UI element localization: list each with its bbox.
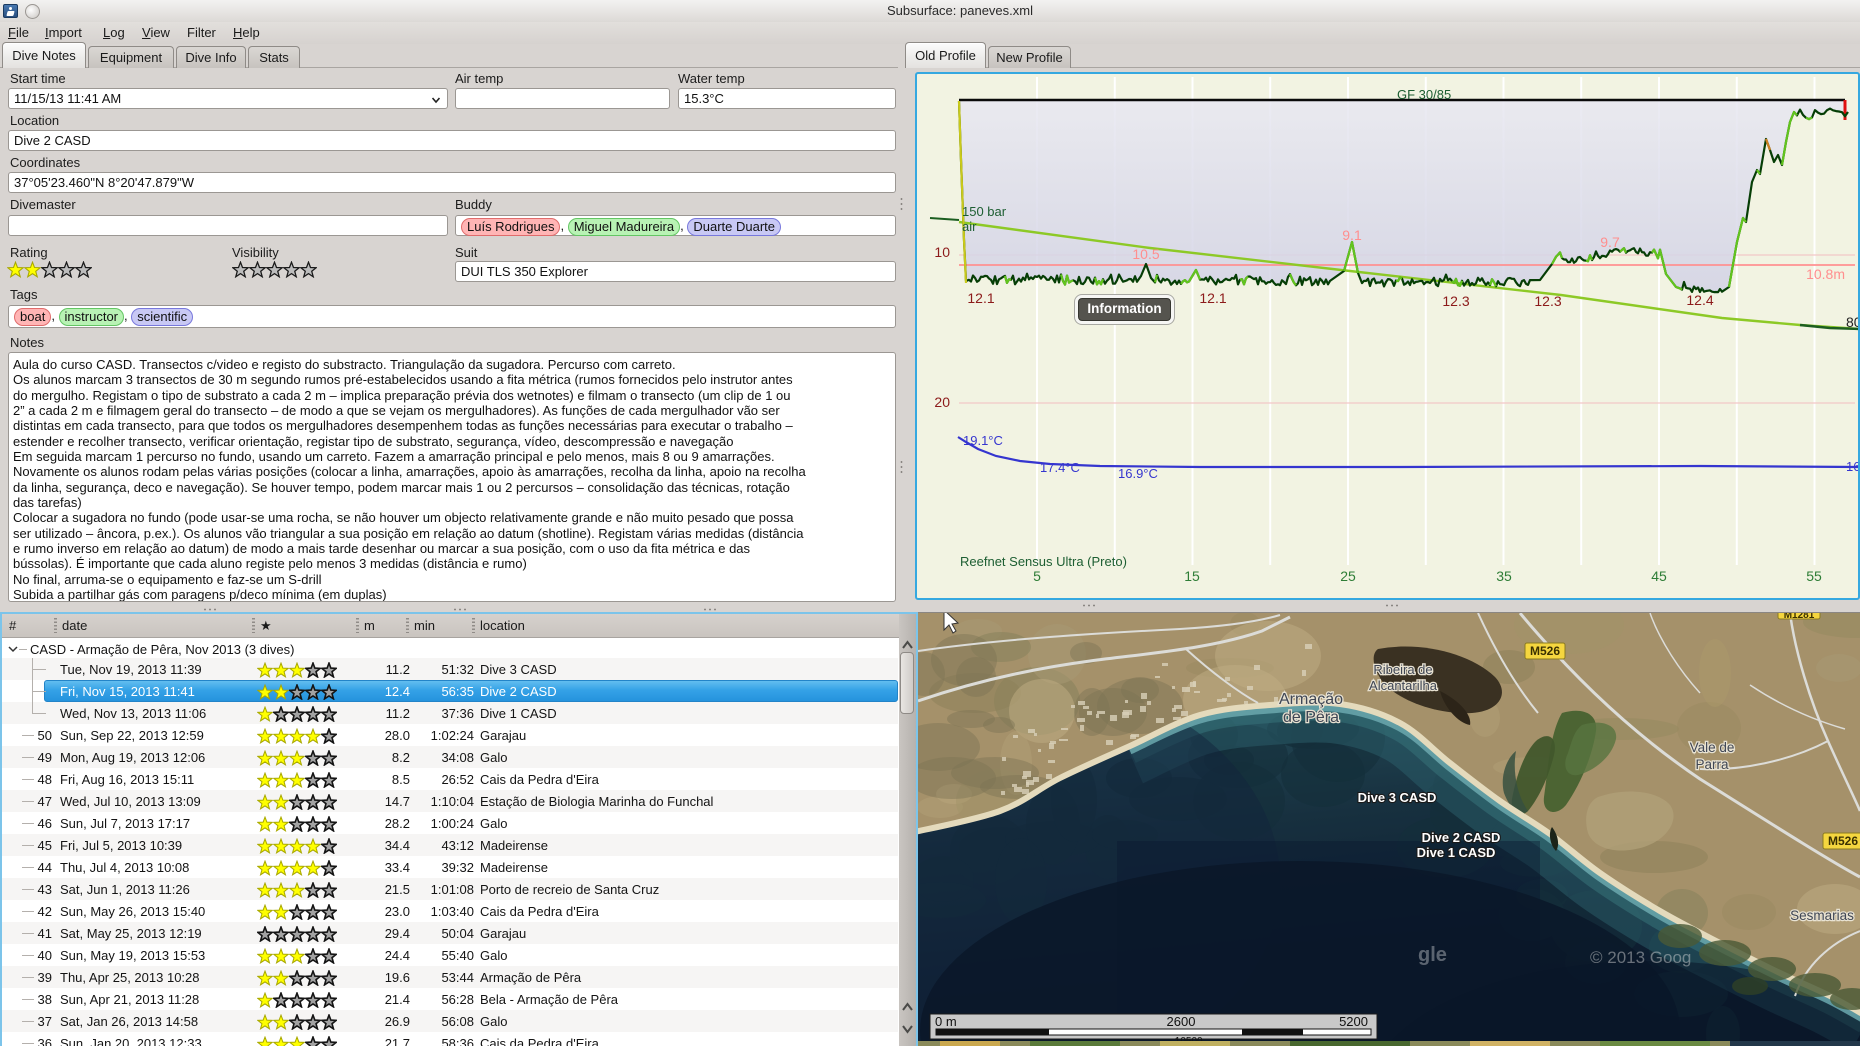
svg-text:20: 20 (934, 394, 950, 410)
svg-text:10.8m: 10.8m (1806, 266, 1845, 282)
svg-text:12.3: 12.3 (1442, 293, 1469, 309)
svg-text:2600: 2600 (1167, 1014, 1196, 1029)
svg-text:25: 25 (1340, 568, 1356, 584)
svg-text:10.5: 10.5 (1132, 246, 1159, 262)
svg-text:12.4: 12.4 (1686, 292, 1713, 308)
svg-text:19.1°C: 19.1°C (963, 433, 1003, 448)
svg-text:M526: M526 (1530, 644, 1560, 658)
svg-text:gle: gle (1418, 944, 1447, 966)
svg-text:16.9°C: 16.9°C (1118, 466, 1158, 481)
svg-text:5200: 5200 (1339, 1014, 1368, 1029)
svg-text:Reefnet Sensus Ultra (Preto): Reefnet Sensus Ultra (Preto) (960, 554, 1127, 569)
svg-text:16: 16 (1846, 459, 1860, 474)
svg-text:air: air (962, 219, 977, 234)
svg-text:35: 35 (1496, 568, 1512, 584)
svg-text:© 2013 Goog: © 2013 Goog (1590, 948, 1691, 967)
svg-text:80: 80 (1846, 314, 1860, 330)
svg-text:10: 10 (934, 244, 950, 260)
svg-text:0 m: 0 m (935, 1014, 957, 1029)
svg-text:12.3: 12.3 (1534, 293, 1561, 309)
svg-text:Dive 2 CASD: Dive 2 CASD (1422, 830, 1501, 845)
svg-text:45: 45 (1651, 568, 1667, 584)
svg-text:9.7: 9.7 (1600, 234, 1620, 250)
svg-text:5: 5 (1033, 568, 1041, 584)
svg-text:M526: M526 (1828, 834, 1858, 848)
svg-text:Ribeira de: Ribeira de (1373, 662, 1432, 677)
svg-text:de Pêra: de Pêra (1283, 709, 1339, 726)
svg-text:55: 55 (1806, 568, 1822, 584)
svg-text:Dive 1 CASD: Dive 1 CASD (1417, 845, 1496, 860)
svg-text:15: 15 (1184, 568, 1200, 584)
svg-text:12.1: 12.1 (1199, 290, 1226, 306)
svg-text:17.4°C: 17.4°C (1040, 460, 1080, 475)
svg-text:Vale de: Vale de (1690, 740, 1735, 755)
svg-text:Alcantarilha: Alcantarilha (1369, 678, 1438, 693)
svg-text:M1281: M1281 (1784, 612, 1815, 621)
svg-text:Parra: Parra (1695, 757, 1729, 772)
svg-text:12.1: 12.1 (967, 290, 994, 306)
svg-text:Dive 3 CASD: Dive 3 CASD (1358, 790, 1437, 805)
svg-text:GF 30/85: GF 30/85 (1397, 87, 1451, 102)
svg-text:Sesmarias: Sesmarias (1790, 908, 1854, 923)
svg-text:9.1: 9.1 (1342, 227, 1362, 243)
svg-text:Armação: Armação (1279, 691, 1343, 708)
svg-text:150 bar: 150 bar (962, 204, 1007, 219)
